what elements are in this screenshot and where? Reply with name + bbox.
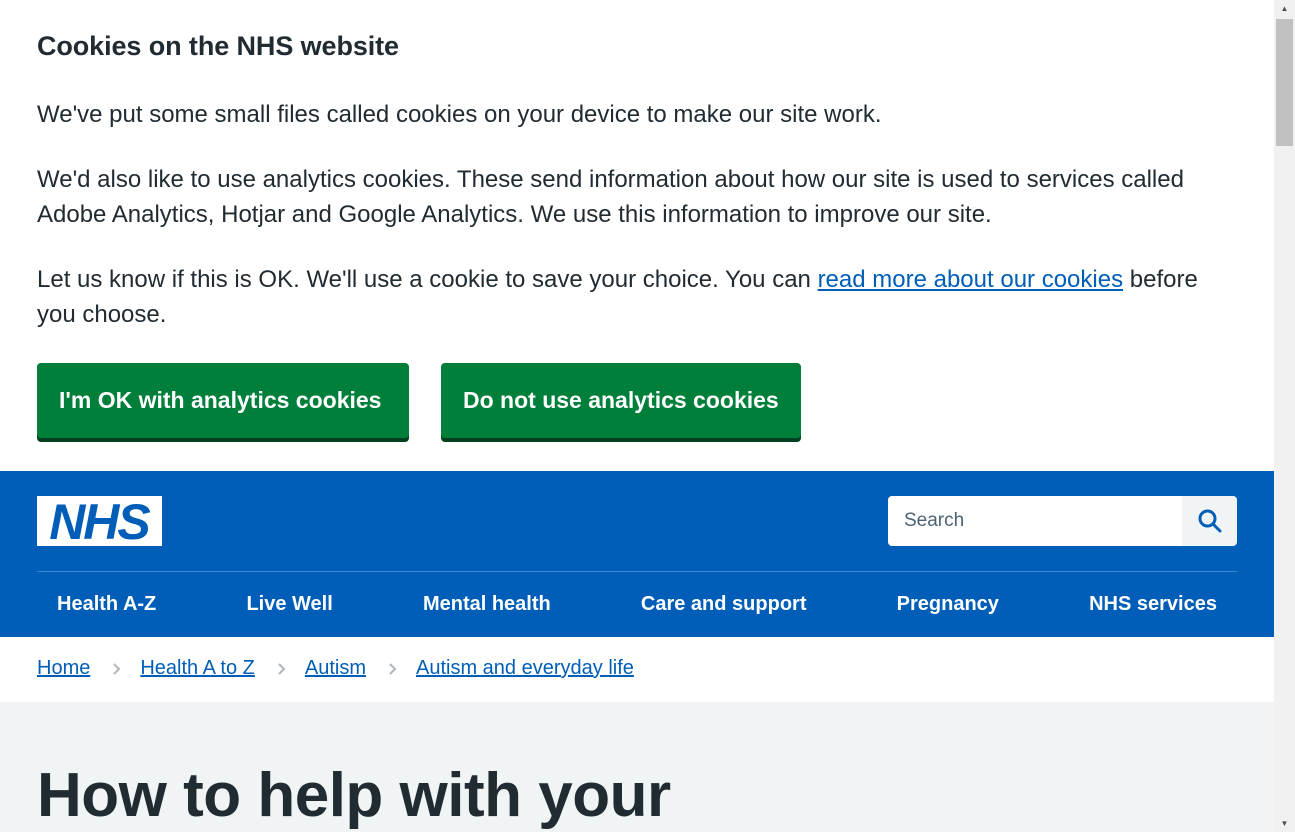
site-header: NHS Health A-Z Live Well Mental health C… [0, 471, 1274, 637]
cookie-analytics-text: We'd also like to use analytics cookies.… [37, 166, 1184, 228]
page-viewport: Cookies on the NHS website We've put som… [0, 0, 1274, 832]
nav-pregnancy[interactable]: Pregnancy [877, 593, 1019, 616]
nav-nhs-services[interactable]: NHS services [1069, 593, 1237, 616]
accept-analytics-cookies-button[interactable]: I'm OK with analytics cookies [37, 363, 409, 438]
search-button[interactable] [1182, 496, 1237, 546]
cookie-banner-heading: Cookies on the NHS website [37, 31, 399, 61]
breadcrumb-list: Home Health A to Z Autism Autism and eve… [37, 657, 634, 680]
scrollbar-thumb[interactable] [1276, 19, 1293, 146]
cookie-intro-text: We've put some small files called cookie… [37, 101, 882, 128]
breadcrumb-autism-everyday-life-link[interactable]: Autism and everyday life [416, 657, 634, 680]
chevron-right-icon [113, 662, 121, 675]
breadcrumb-item: Autism [255, 657, 366, 680]
scroll-down-arrow-icon[interactable]: ▼ [1274, 815, 1295, 832]
nhs-logo-text: NHS [49, 496, 150, 546]
breadcrumb-health-a-to-z-link[interactable]: Health A to Z [140, 657, 255, 680]
cookie-choice-text-before: Let us know if this is OK. We'll use a c… [37, 266, 818, 293]
search-input[interactable] [888, 496, 1182, 546]
cookie-banner: Cookies on the NHS website We've put som… [0, 0, 1274, 471]
breadcrumb-home-link[interactable]: Home [37, 657, 90, 680]
nav-live-well[interactable]: Live Well [226, 593, 352, 616]
nhs-logo: NHS [37, 494, 162, 550]
search-form [888, 496, 1237, 546]
breadcrumb-item: Health A to Z [90, 657, 255, 680]
breadcrumb: Home Health A to Z Autism Autism and eve… [0, 637, 1274, 702]
read-more-cookies-link[interactable]: read more about our cookies [818, 266, 1124, 293]
nhs-logo-link[interactable]: NHS [37, 494, 162, 550]
cookie-choice-text: Let us know if this is OK. We'll use a c… [37, 262, 1237, 332]
vertical-scrollbar[interactable]: ▲ ▼ [1274, 0, 1295, 832]
breadcrumb-item: Home [37, 657, 90, 680]
chevron-right-icon [278, 662, 286, 675]
nav-mental-health[interactable]: Mental health [403, 593, 571, 616]
breadcrumb-item: Autism and everyday life [366, 657, 634, 680]
chevron-right-icon [389, 662, 397, 675]
reject-analytics-cookies-button[interactable]: Do not use analytics cookies [441, 363, 801, 438]
nav-health-a-z[interactable]: Health A-Z [37, 593, 176, 616]
primary-navigation: Health A-Z Live Well Mental health Care … [37, 572, 1237, 637]
search-icon [1198, 509, 1221, 533]
nav-care-and-support[interactable]: Care and support [621, 593, 827, 616]
page-title: How to help with your [37, 761, 671, 830]
scroll-up-arrow-icon[interactable]: ▲ [1274, 0, 1295, 17]
breadcrumb-autism-link[interactable]: Autism [305, 657, 366, 680]
